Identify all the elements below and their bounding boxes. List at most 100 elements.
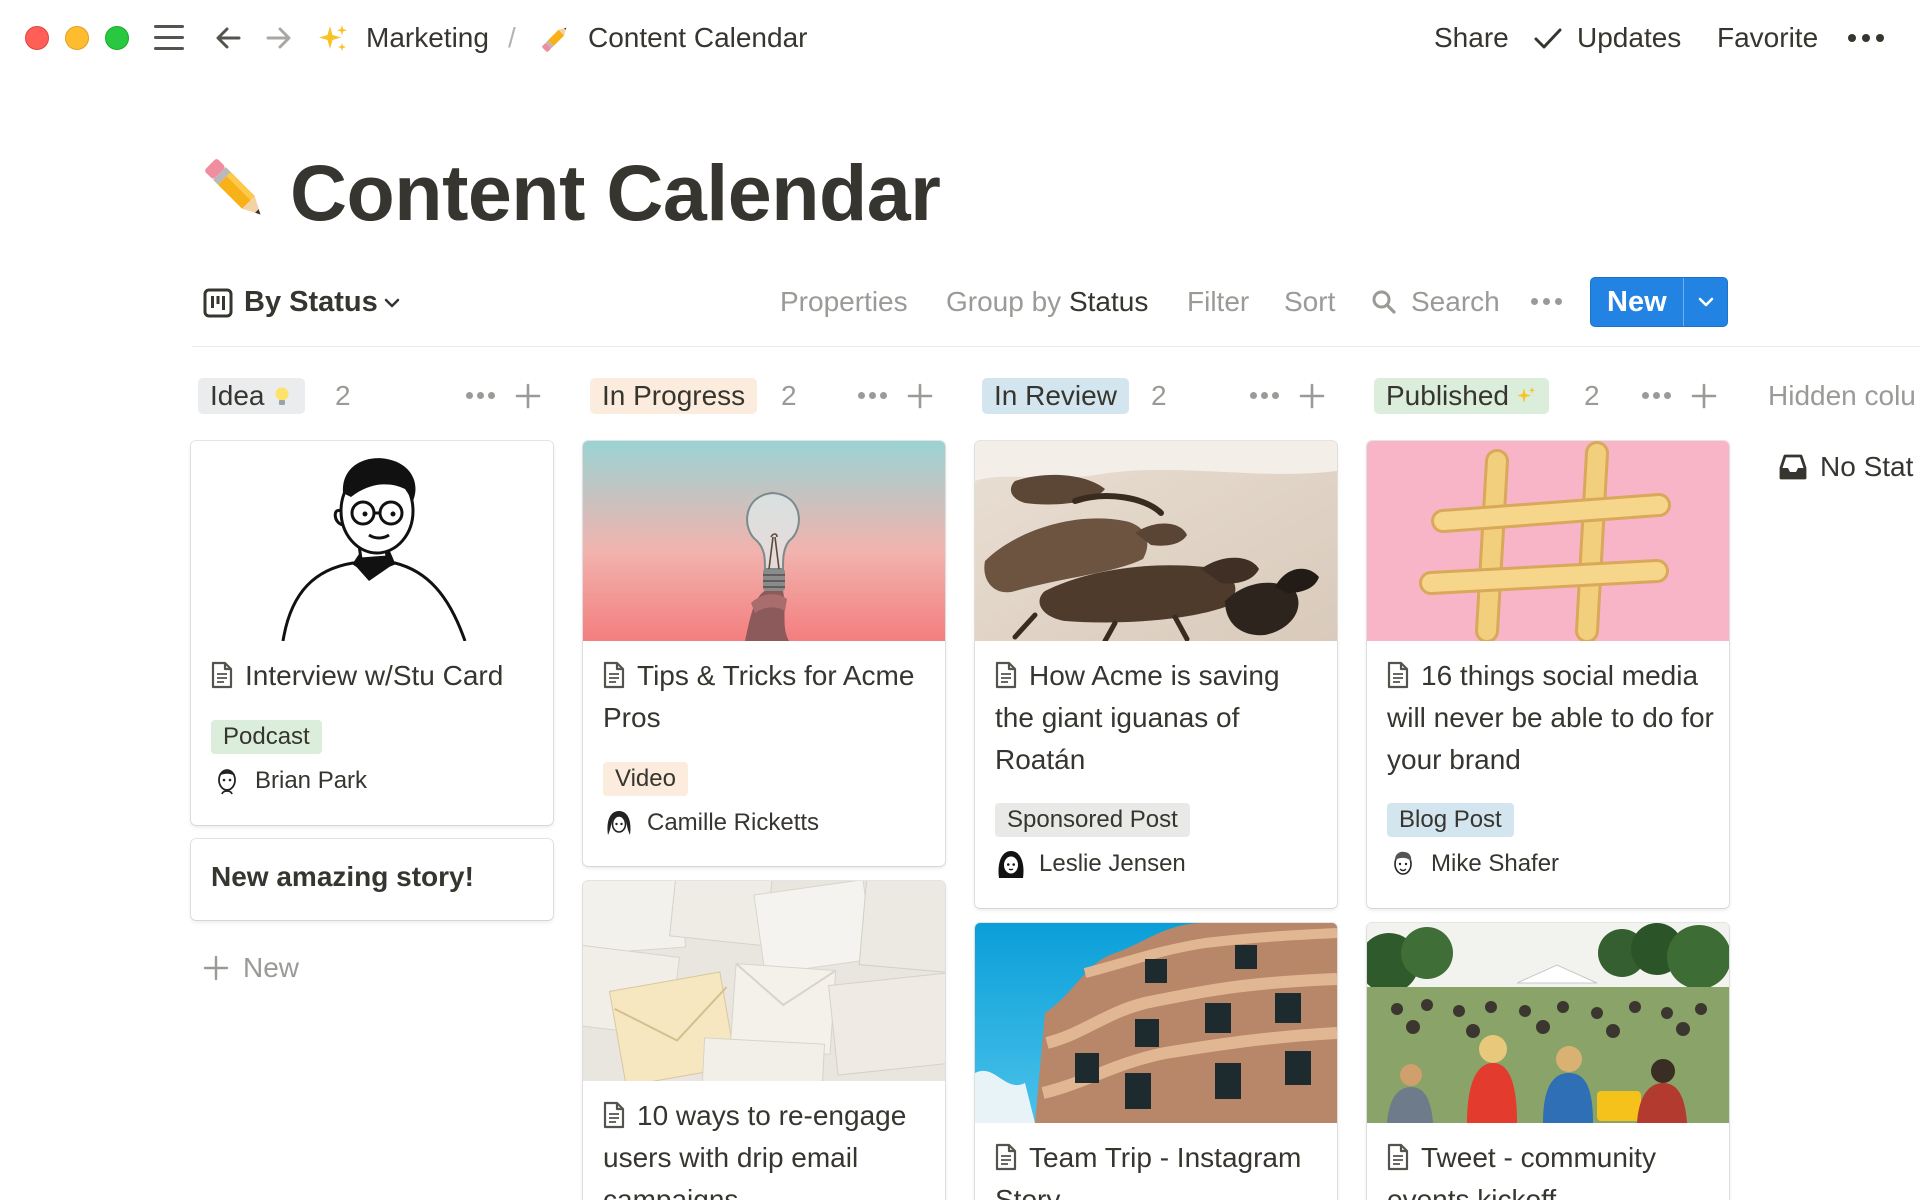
search-button[interactable]: Search xyxy=(1411,282,1500,322)
page-icon xyxy=(211,661,233,689)
pencil-icon xyxy=(542,27,567,52)
card-title: 16 things social media will never be abl… xyxy=(1387,655,1715,781)
assignee-name: Brian Park xyxy=(255,767,368,794)
board-card[interactable]: Interview w/Stu Card Podcast Brian Park xyxy=(191,441,553,825)
column-count: 2 xyxy=(1584,380,1600,411)
card-title: How Acme is saving the giant iguanas of … xyxy=(995,655,1323,781)
column-more-icon[interactable] xyxy=(1250,392,1280,400)
breadcrumb-parent[interactable]: Marketing xyxy=(366,18,489,58)
chevron-down-icon xyxy=(384,298,400,308)
view-more-icon[interactable] xyxy=(1531,298,1563,306)
board-view-icon xyxy=(203,288,233,318)
status-pill-published[interactable]: Published xyxy=(1374,378,1549,414)
board-card[interactable]: Tips & Tricks for Acme Pros Video Camill… xyxy=(583,441,945,866)
card-title-text: 10 ways to re-engage users with drip ema… xyxy=(603,1100,907,1200)
add-new-label: New xyxy=(243,952,300,983)
hidden-columns-label: Hidden colu xyxy=(1768,380,1916,411)
sidebar-toggle-icon[interactable] xyxy=(152,23,186,53)
avatar xyxy=(604,808,634,838)
status-label: Idea xyxy=(210,380,265,411)
status-pill-in-review[interactable]: In Review xyxy=(982,378,1129,414)
pencil-title-icon[interactable] xyxy=(196,150,274,228)
hashtag-photo xyxy=(1367,441,1729,641)
back-arrow-icon[interactable] xyxy=(209,18,249,58)
status-label: In Progress xyxy=(602,380,746,411)
page-icon xyxy=(603,1101,625,1129)
board-card[interactable]: Team Trip - Instagram Story xyxy=(975,923,1337,1200)
page-icon xyxy=(995,661,1017,689)
updates-button[interactable]: Updates xyxy=(1577,18,1681,58)
status-pill-idea[interactable]: Idea xyxy=(198,378,305,414)
inbox-icon xyxy=(1779,454,1807,480)
properties-button[interactable]: Properties xyxy=(780,282,908,322)
favorite-button[interactable]: Favorite xyxy=(1717,18,1818,58)
column-more-icon[interactable] xyxy=(1642,392,1672,400)
board-card[interactable]: Tweet - community events kickoff xyxy=(1367,923,1729,1200)
group-by-button[interactable]: Group by Status xyxy=(946,282,1148,322)
board-card[interactable]: 10 ways to re-engage users with drip ema… xyxy=(583,881,945,1200)
new-page-button[interactable]: New xyxy=(1590,277,1728,327)
card-cover-image xyxy=(583,881,945,1081)
plus-icon[interactable] xyxy=(906,382,934,410)
assignee-name: Leslie Jensen xyxy=(1039,850,1186,877)
card-title: Team Trip - Instagram Story xyxy=(995,1137,1323,1200)
share-button[interactable]: Share xyxy=(1434,18,1509,58)
content-type-tag: Sponsored Post xyxy=(995,803,1190,837)
page-icon xyxy=(1387,661,1409,689)
maximize-window-button[interactable] xyxy=(105,26,129,50)
filter-button[interactable]: Filter xyxy=(1187,282,1249,322)
minimize-window-button[interactable] xyxy=(65,26,89,50)
breadcrumb-current[interactable]: Content Calendar xyxy=(588,18,807,58)
lightbulb-icon xyxy=(275,387,288,405)
card-title-text: Tips & Tricks for Acme Pros xyxy=(603,660,915,733)
card-title-text: Tweet - community events kickoff xyxy=(1387,1142,1656,1200)
content-type-tag: Video xyxy=(603,762,688,796)
more-options-icon[interactable] xyxy=(1848,34,1888,44)
content-type-tag: Podcast xyxy=(211,720,322,754)
chevron-down-icon[interactable] xyxy=(1695,291,1717,313)
forward-arrow-icon[interactable] xyxy=(258,18,298,58)
card-title-text: 16 things social media will never be abl… xyxy=(1387,660,1714,775)
building-photo xyxy=(975,923,1337,1123)
card-title-text: How Acme is saving the giant iguanas of … xyxy=(995,660,1280,775)
close-window-button[interactable] xyxy=(25,26,49,50)
card-cover-image xyxy=(583,441,945,641)
column-count: 2 xyxy=(781,380,797,411)
column-count: 2 xyxy=(335,380,351,411)
card-title: 10 ways to re-engage users with drip ema… xyxy=(603,1095,931,1200)
card-title-text: New amazing story! xyxy=(211,861,474,892)
no-status-label: No Stat xyxy=(1820,451,1914,482)
status-pill-in-progress[interactable]: In Progress xyxy=(590,378,758,414)
sort-button[interactable]: Sort xyxy=(1284,282,1335,322)
page-icon xyxy=(995,1143,1017,1171)
lightbulb-photo xyxy=(583,441,945,641)
sparkles-icon xyxy=(319,25,347,51)
plus-icon[interactable] xyxy=(514,382,542,410)
column-more-icon[interactable] xyxy=(466,392,496,400)
card-cover-image xyxy=(975,441,1337,641)
page-icon xyxy=(603,661,625,689)
new-button-divider xyxy=(1683,278,1684,326)
view-name: By Status xyxy=(244,286,378,318)
notion-window: Marketing / Content Calendar Share Updat… xyxy=(0,0,1920,1200)
title-bar: Marketing / Content Calendar Share Updat… xyxy=(0,0,1920,78)
content-type-tag: Blog Post xyxy=(1387,803,1514,837)
search-icon[interactable] xyxy=(1371,289,1397,315)
page-title[interactable]: Content Calendar xyxy=(290,140,941,246)
card-cover-image xyxy=(975,923,1337,1123)
avatar xyxy=(212,766,242,796)
assignee-name: Mike Shafer xyxy=(1431,850,1560,877)
new-button-label: New xyxy=(1607,286,1667,318)
board-card[interactable]: How Acme is saving the giant iguanas of … xyxy=(975,441,1337,908)
plus-icon[interactable] xyxy=(1298,382,1326,410)
avatar xyxy=(1388,849,1418,879)
plus-icon xyxy=(203,955,229,981)
column-more-icon[interactable] xyxy=(858,392,888,400)
board-card[interactable]: 16 things social media will never be abl… xyxy=(1367,441,1729,908)
plus-icon[interactable] xyxy=(1690,382,1718,410)
assignee-name: Camille Ricketts xyxy=(647,809,820,836)
group-by-prefix: Group by xyxy=(946,286,1062,317)
board-card[interactable]: New amazing story! xyxy=(191,839,553,920)
breadcrumb-separator: / xyxy=(508,22,516,53)
group-by-value: Status xyxy=(1068,286,1149,317)
